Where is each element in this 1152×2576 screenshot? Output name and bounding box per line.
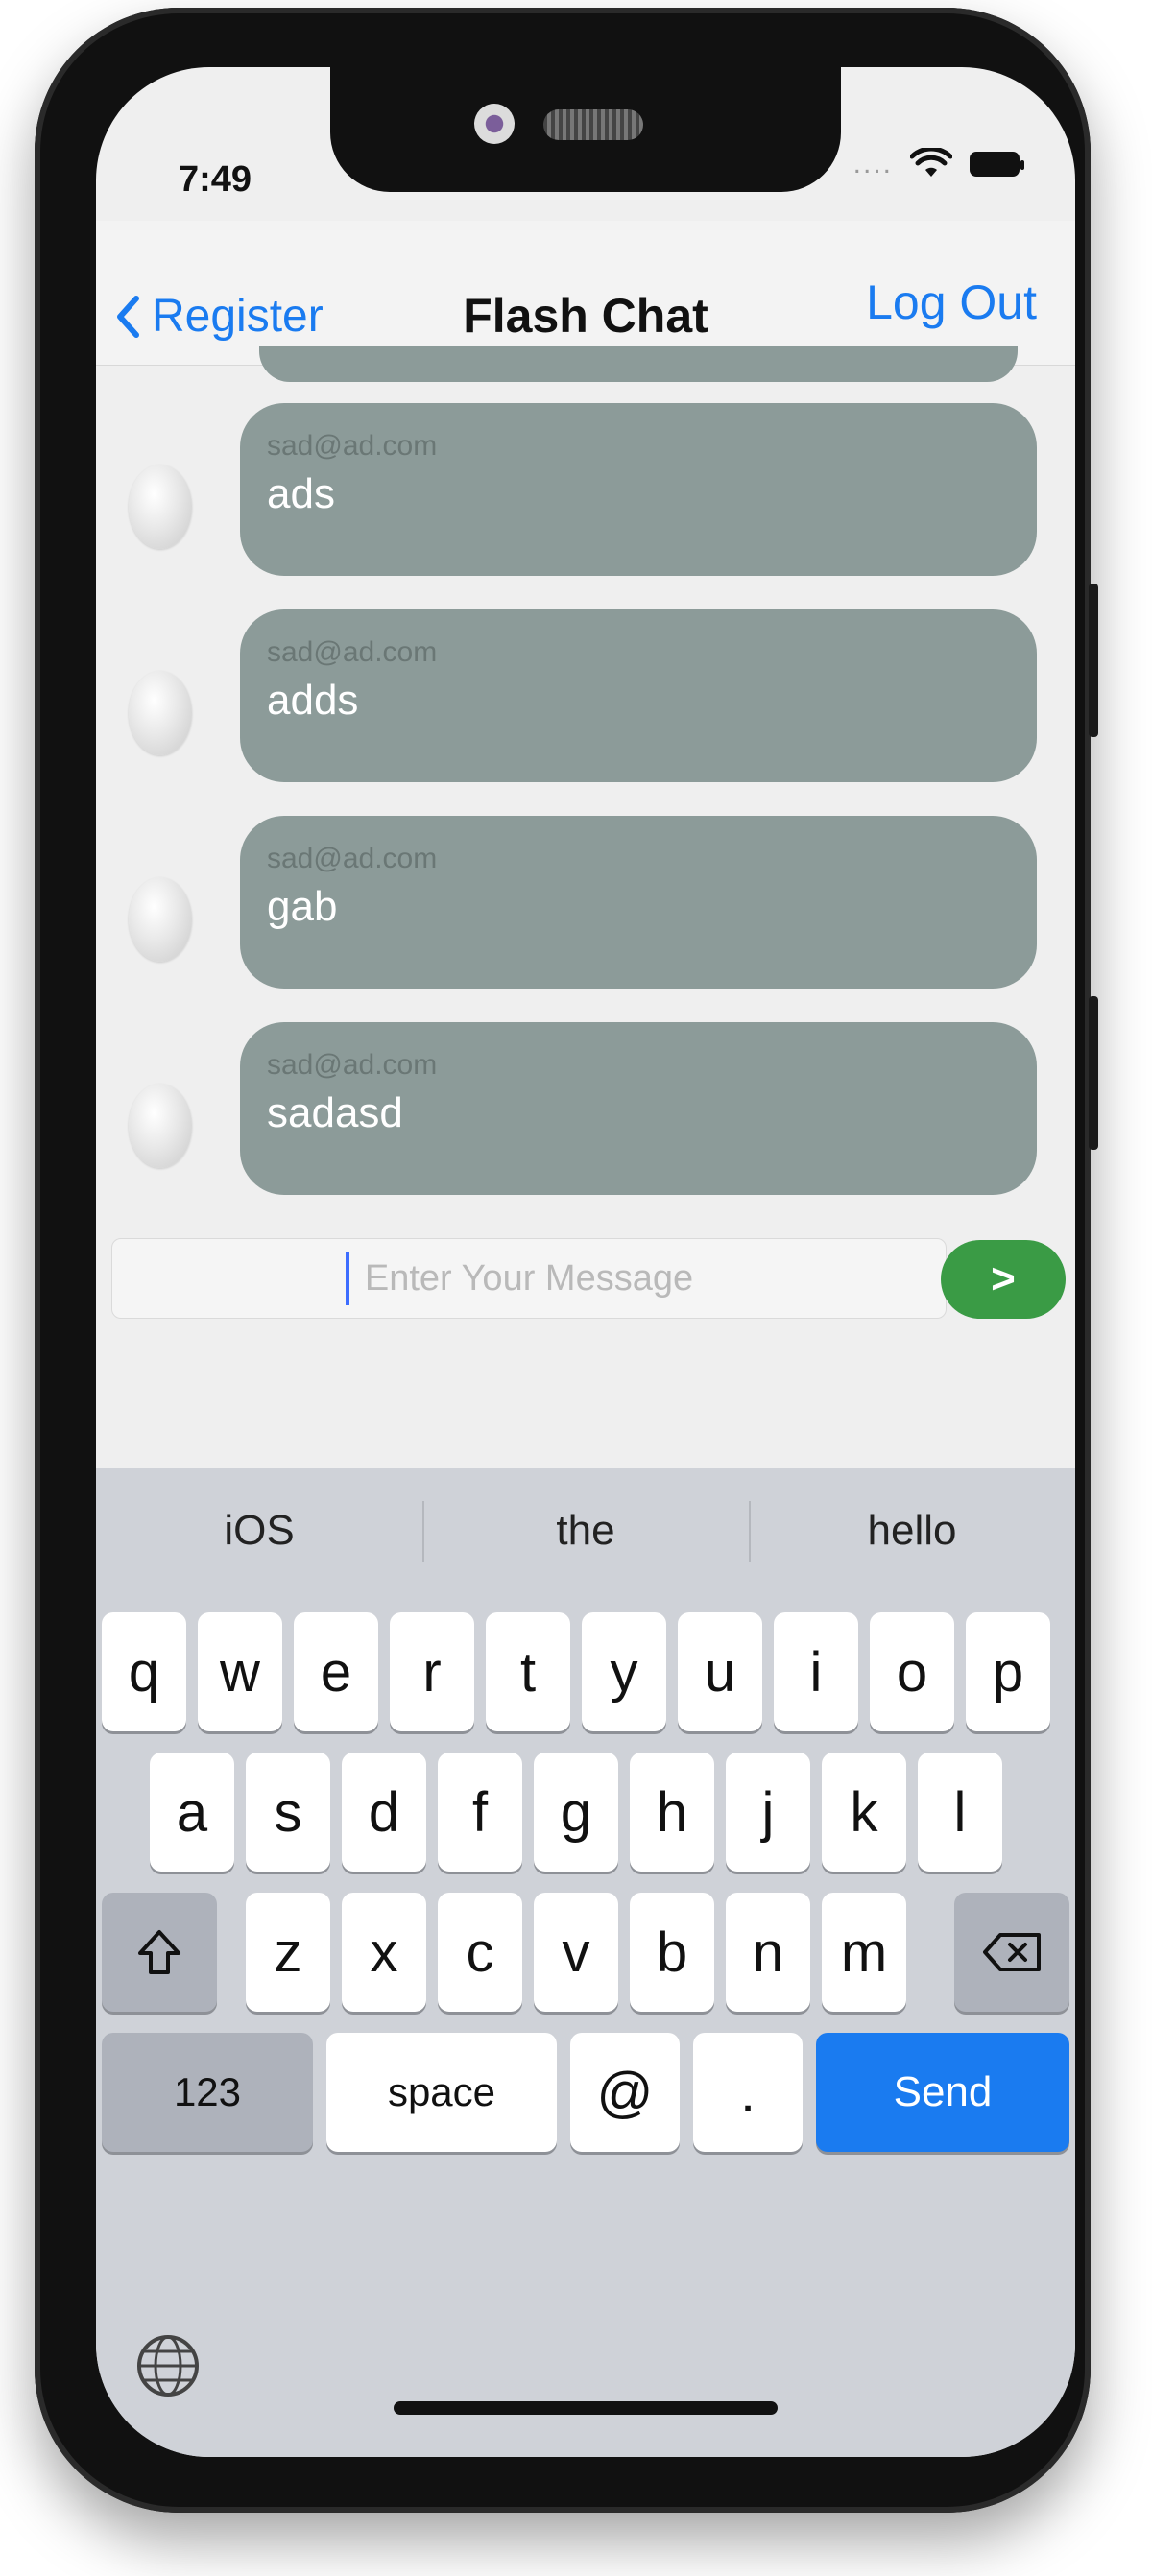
message-input[interactable] — [111, 1238, 947, 1319]
wifi-icon — [910, 148, 952, 177]
key-n[interactable]: n — [726, 1893, 810, 2012]
avatar — [129, 1084, 192, 1168]
message-row: sad@ad.com sadasd — [96, 1022, 1075, 1195]
message-sender: sad@ad.com — [267, 430, 438, 462]
message-text: gab — [267, 883, 338, 930]
key-q[interactable]: q — [102, 1612, 186, 1731]
key-r[interactable]: r — [390, 1612, 474, 1731]
message-text: ads — [267, 470, 335, 517]
keyboard: iOS the hello q w e r t y u i o p a s d … — [96, 1468, 1075, 2457]
key-w[interactable]: w — [198, 1612, 282, 1731]
key-m[interactable]: m — [822, 1893, 906, 2012]
status-indicators: .... — [852, 148, 1024, 180]
key-o[interactable]: o — [870, 1612, 954, 1731]
side-button — [1089, 996, 1098, 1150]
message-sender: sad@ad.com — [267, 636, 438, 668]
earpiece-speaker — [543, 109, 643, 140]
key-p[interactable]: p — [966, 1612, 1050, 1731]
key-u[interactable]: u — [678, 1612, 762, 1731]
key-v[interactable]: v — [534, 1893, 618, 2012]
key-e[interactable]: e — [294, 1612, 378, 1731]
key-x[interactable]: x — [342, 1893, 426, 2012]
backspace-icon — [983, 1933, 1041, 1971]
predictive-bar: iOS the hello — [96, 1468, 1075, 1593]
key-f[interactable]: f — [438, 1753, 522, 1872]
key-j[interactable]: j — [726, 1753, 810, 1872]
globe-icon[interactable] — [134, 2332, 202, 2399]
space-key[interactable]: space — [326, 2033, 557, 2152]
shift-key[interactable] — [102, 1893, 217, 2012]
numbers-key[interactable]: 123 — [102, 2033, 313, 2152]
key-s[interactable]: s — [246, 1753, 330, 1872]
avatar — [129, 465, 192, 549]
text-cursor — [346, 1252, 349, 1305]
message-row: sad@ad.com adds — [96, 609, 1075, 782]
message-list[interactable]: sad@ad.com ads sad@ad.com adds sad@ad.co… — [96, 346, 1075, 1209]
shift-arrow-icon — [138, 1930, 180, 1974]
message-text: adds — [267, 677, 359, 724]
phone-frame: 7:49 .... Register Flash Chat Log Out sa… — [35, 8, 1098, 2513]
notch — [330, 67, 841, 192]
key-l[interactable]: l — [918, 1753, 1002, 1872]
battery-icon — [970, 152, 1024, 177]
key-a[interactable]: a — [150, 1753, 234, 1872]
message-composer: > — [111, 1238, 1066, 1324]
message-bubble[interactable]: sad@ad.com adds — [240, 609, 1037, 782]
key-i[interactable]: i — [774, 1612, 858, 1731]
suggestion-the[interactable]: the — [422, 1468, 749, 1593]
message-row: sad@ad.com ads — [96, 403, 1075, 576]
key-g[interactable]: g — [534, 1753, 618, 1872]
dot-key[interactable]: . — [693, 2033, 803, 2152]
message-bubble[interactable]: sad@ad.com ads — [240, 403, 1037, 576]
backspace-key[interactable] — [954, 1893, 1069, 2012]
message-text: sadasd — [267, 1089, 403, 1136]
avatar — [129, 877, 192, 962]
suggestion-ios[interactable]: iOS — [96, 1468, 422, 1593]
message-sender: sad@ad.com — [267, 1049, 438, 1081]
suggestion-hello[interactable]: hello — [749, 1468, 1075, 1593]
front-camera — [474, 104, 515, 144]
key-y[interactable]: y — [582, 1612, 666, 1731]
key-b[interactable]: b — [630, 1893, 714, 2012]
status-time: 7:49 — [179, 159, 252, 200]
screen: 7:49 .... Register Flash Chat Log Out sa… — [96, 67, 1075, 2457]
send-message-button[interactable]: > — [941, 1240, 1066, 1319]
signal-dots: .... — [852, 148, 893, 179]
key-k[interactable]: k — [822, 1753, 906, 1872]
send-key[interactable]: Send — [816, 2033, 1069, 2152]
avatar — [129, 671, 192, 755]
log-out-button[interactable]: Log Out — [866, 274, 1037, 330]
key-t[interactable]: t — [486, 1612, 570, 1731]
message-bubble[interactable]: sad@ad.com gab — [240, 816, 1037, 989]
message-bubble-partial — [259, 346, 1018, 382]
key-z[interactable]: z — [246, 1893, 330, 2012]
at-key[interactable]: @ — [570, 2033, 680, 2152]
home-indicator[interactable] — [394, 2401, 778, 2415]
key-c[interactable]: c — [438, 1893, 522, 2012]
side-button — [1089, 584, 1098, 737]
navigation-bar: Register Flash Chat Log Out — [96, 221, 1075, 366]
message-sender: sad@ad.com — [267, 843, 438, 874]
message-bubble[interactable]: sad@ad.com sadasd — [240, 1022, 1037, 1195]
key-h[interactable]: h — [630, 1753, 714, 1872]
message-row: sad@ad.com gab — [96, 816, 1075, 989]
key-d[interactable]: d — [342, 1753, 426, 1872]
